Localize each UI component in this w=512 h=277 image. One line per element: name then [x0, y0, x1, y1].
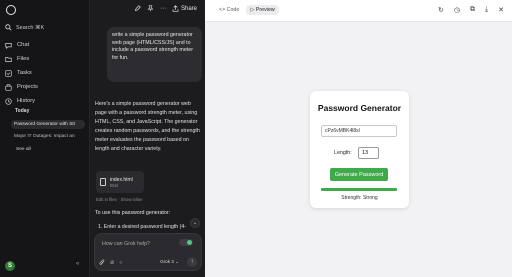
- tab-preview[interactable]: ▷ Preview: [246, 5, 279, 15]
- preview-header: <> Code ▷ Preview ↻ ◷ ⧉ ⤓ ✕: [205, 0, 512, 22]
- think-icon[interactable]: ○: [119, 260, 122, 266]
- length-input[interactable]: 13: [358, 147, 379, 159]
- tasks-icon: [5, 69, 12, 77]
- search-label: Search ⌘K: [16, 24, 45, 31]
- tab-code[interactable]: <> Code: [215, 5, 243, 15]
- scroll-down-button[interactable]: ⌄: [190, 218, 200, 228]
- history-icon[interactable]: ◷: [454, 6, 460, 14]
- message-input[interactable]: How can Grok help?: [102, 241, 150, 247]
- more-icon[interactable]: ⋯: [160, 5, 166, 12]
- sidebar-item-chat[interactable]: Chat: [5, 38, 87, 52]
- preview-tabs: <> Code ▷ Preview: [215, 5, 279, 15]
- password-generator-card: Password Generator cPz6vMBK4l8sl Length:…: [310, 91, 409, 208]
- sidebar-item-projects[interactable]: Projects: [5, 80, 87, 94]
- chat-icon: [5, 42, 12, 49]
- search-button[interactable]: Search ⌘K: [5, 24, 44, 31]
- share-button[interactable]: Share: [172, 5, 197, 12]
- sidebar-item-label: Projects: [17, 84, 38, 90]
- close-icon[interactable]: ✕: [498, 6, 504, 14]
- chat-composer: How can Grok help? ⊘ ○ Grok 3 ⌄ ↑: [94, 233, 202, 271]
- file-attachment[interactable]: index.html html: [96, 171, 144, 193]
- mode-toggle[interactable]: [179, 239, 193, 246]
- assistant-reply: Here's a simple password generator web p…: [95, 101, 200, 152]
- avatar[interactable]: S: [5, 261, 15, 271]
- preview-panel: <> Code ▷ Preview ↻ ◷ ⧉ ⤓ ✕ Password Gen…: [205, 0, 512, 277]
- page-title: Password Generator: [317, 103, 402, 113]
- password-output[interactable]: cPz6vMBK4l8sl: [321, 125, 397, 137]
- sidebar-nav: Chat Files Tasks Projects History: [5, 38, 87, 108]
- projects-icon: [5, 83, 12, 91]
- download-icon[interactable]: ⤓: [485, 6, 488, 14]
- sidebar-item-label: History: [17, 98, 36, 104]
- preview-toolbar: ↻ ◷ ⧉ ⤓ ✕: [438, 6, 504, 14]
- collapse-sidebar-icon[interactable]: «: [76, 261, 79, 267]
- history-icon: [5, 97, 12, 105]
- sidebar-item-history[interactable]: History: [5, 94, 87, 108]
- chevron-down-icon: ⌄: [192, 220, 198, 226]
- share-icon: [172, 5, 179, 12]
- sidebar: Search ⌘K Chat Files Tasks Projects Hist…: [0, 0, 90, 277]
- chat-toolbar: ⋯ Share: [134, 5, 197, 12]
- file-type: html: [110, 182, 118, 188]
- send-button[interactable]: ↑: [187, 257, 197, 267]
- pin-icon[interactable]: [147, 5, 154, 12]
- user-message: write a simple password generator web pa…: [107, 27, 202, 82]
- strength-meter: [321, 188, 397, 191]
- file-actions[interactable]: Edit in files · Show inline: [96, 197, 143, 202]
- sidebar-item-files[interactable]: Files: [5, 52, 87, 66]
- instructions-heading: To use this password generator:: [95, 210, 171, 216]
- instruction-step: 1. Enter a desired password length (4-: [98, 224, 186, 230]
- attach-icon[interactable]: [99, 259, 105, 266]
- search-icon: [5, 24, 12, 31]
- file-name: index.html: [110, 176, 133, 183]
- file-icon: [100, 178, 106, 186]
- grok-logo[interactable]: [6, 5, 16, 15]
- folder-icon: [5, 56, 12, 63]
- history-section-title: Today: [15, 108, 30, 114]
- copy-icon[interactable]: ⧉: [470, 6, 475, 14]
- sidebar-item-label: Tasks: [17, 70, 32, 76]
- history-item[interactable]: Password Generator with Str: [11, 120, 85, 129]
- strength-meter-fill: [321, 188, 397, 191]
- sidebar-item-label: Chat: [17, 42, 30, 48]
- chat-panel: ⋯ Share write a simple password generato…: [90, 0, 205, 277]
- length-label: Length:: [334, 150, 352, 156]
- model-selector[interactable]: Grok 3 ⌄: [160, 259, 179, 265]
- model-name: Grok 3: [160, 259, 174, 264]
- strength-text: Strength: Strong: [341, 195, 378, 201]
- toggle-knob: [187, 240, 192, 245]
- history-item[interactable]: Major IT Outages: Impact an: [14, 134, 84, 139]
- arrow-up-icon: ↑: [190, 259, 194, 265]
- sidebar-item-label: Files: [17, 56, 30, 62]
- share-label: Share: [180, 5, 197, 12]
- generate-password-button[interactable]: Generate Password: [330, 168, 388, 181]
- refresh-icon[interactable]: ↻: [438, 6, 444, 14]
- deepsearch-icon[interactable]: ⊘: [110, 260, 114, 266]
- see-all-link[interactable]: See all: [16, 147, 31, 152]
- composer-tools: ⊘ ○: [99, 259, 122, 266]
- sidebar-item-tasks[interactable]: Tasks: [5, 66, 87, 80]
- edit-icon[interactable]: [134, 5, 141, 12]
